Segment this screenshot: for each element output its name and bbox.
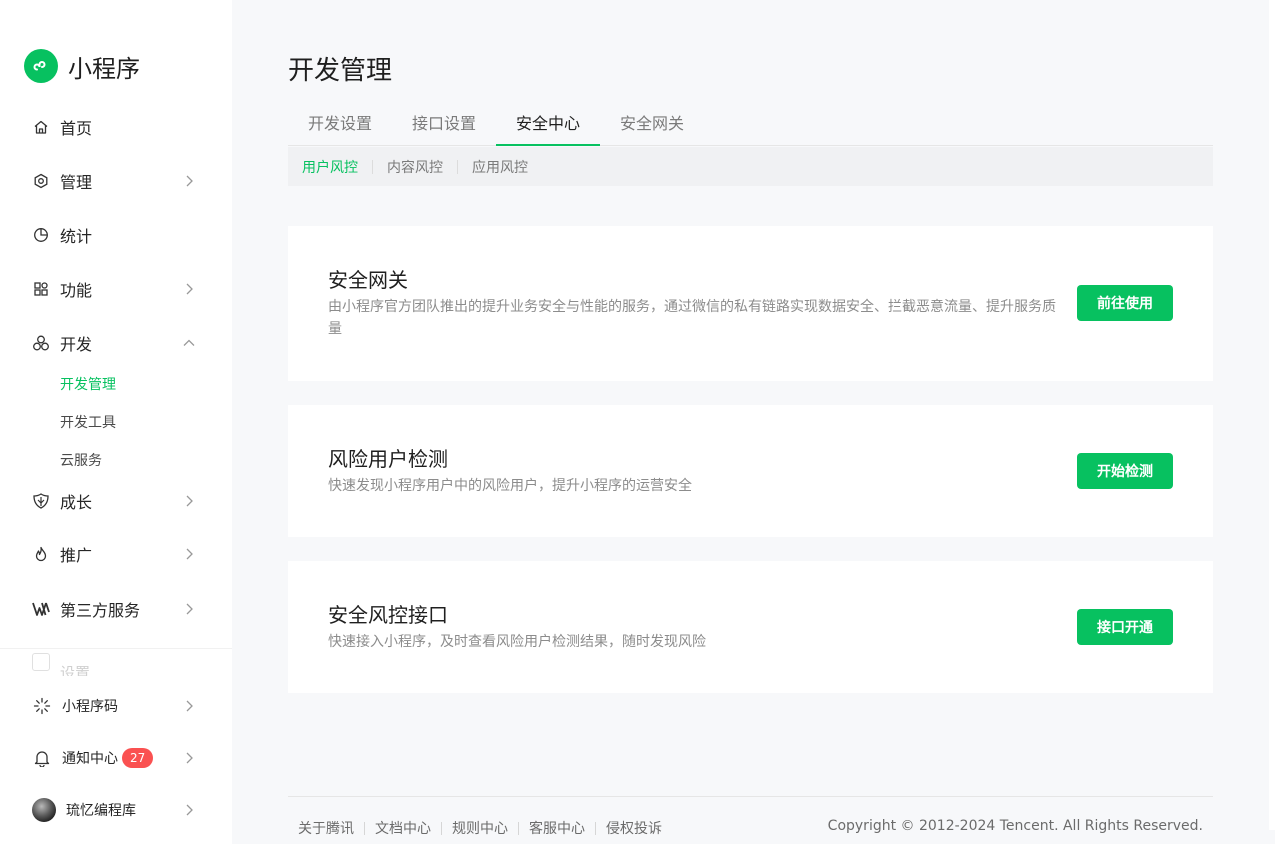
footer-link-rules[interactable]: 规则中心 [442, 818, 518, 838]
chevron-right-icon [186, 804, 193, 816]
settings-icon [32, 653, 50, 671]
sidebar-subitem-cloud[interactable]: 云服务 [60, 450, 102, 470]
avatar [32, 798, 56, 822]
copyright-text: Copyright © 2012-2024 Tencent. All Right… [827, 818, 1203, 834]
chevron-up-icon [183, 339, 195, 346]
page-title: 开发管理 [288, 56, 393, 86]
go-use-button[interactable]: 前往使用 [1077, 285, 1173, 321]
start-detection-button[interactable]: 开始检测 [1077, 453, 1173, 489]
tab-dev-settings[interactable]: 开发设置 [288, 104, 392, 146]
sidebar-item-stats[interactable]: 统计 [32, 221, 196, 249]
sidebar-item-third-party[interactable]: 第三方服务 [32, 595, 196, 623]
sidebar-item-label: 统计 [60, 227, 93, 246]
card-title: 风险用户检测 [328, 447, 448, 471]
sidebar-subitem-dev-tools[interactable]: 开发工具 [60, 412, 116, 432]
card-risk-user-detection: 风险用户检测 快速发现小程序用户中的风险用户，提升小程序的运营安全 开始检测 [288, 405, 1213, 537]
sidebar-item-label: 管理 [60, 173, 93, 192]
tab-security-gateway[interactable]: 安全网关 [600, 104, 704, 146]
sidebar: 小程序 首页 管理 统计 功能 开发 开发管理 开发工具 云服务 成长 推广 第… [0, 0, 232, 844]
chevron-right-icon [186, 548, 193, 560]
sidebar-item-manage[interactable]: 管理 [32, 167, 196, 195]
right-edge-strip [1269, 0, 1275, 830]
tab-security-center[interactable]: 安全中心 [496, 104, 600, 146]
sidebar-item-develop[interactable]: 开发 [32, 329, 196, 357]
chevron-right-icon [186, 495, 193, 507]
grid-icon [32, 280, 50, 298]
chevron-right-icon [186, 283, 193, 295]
chevron-right-icon [186, 700, 193, 712]
card-title: 安全风控接口 [328, 603, 448, 627]
miniprogram-logo-icon [24, 49, 58, 83]
sidebar-item-promote[interactable]: 推广 [32, 540, 196, 568]
sidebar-item-label: 开发 [60, 335, 93, 354]
open-api-button[interactable]: 接口开通 [1077, 609, 1173, 645]
footer-link-infringement[interactable]: 侵权投诉 [596, 818, 672, 838]
card-title: 安全网关 [328, 268, 408, 292]
card-description: 快速接入小程序，及时查看风险用户检测结果，随时发现风险 [328, 634, 706, 650]
chevron-right-icon [186, 175, 193, 187]
sidebar-item-notifications[interactable]: 通知中心 27 [32, 744, 196, 772]
sub-tabs: 用户风控 内容风控 应用风控 [288, 147, 1213, 186]
card-description: 由小程序官方团队推出的提升业务安全与性能的服务，通过微信的私有链路实现数据安全、… [328, 299, 1056, 337]
sidebar-item-growth[interactable]: 成长 [32, 487, 196, 515]
card-risk-control-api: 安全风控接口 快速接入小程序，及时查看风险用户检测结果，随时发现风险 接口开通 [288, 561, 1213, 693]
main-tabs: 开发设置 接口设置 安全中心 安全网关 [288, 104, 1213, 146]
notification-count-badge: 27 [122, 748, 154, 768]
wing-icon [32, 600, 50, 618]
brand-name: 小程序 [68, 54, 140, 83]
subtab-app-risk[interactable]: 应用风控 [458, 157, 542, 177]
sidebar-item-label: 小程序码 [62, 699, 118, 715]
sidebar-item-label: 通知中心 [62, 751, 118, 767]
hexagon-icon [32, 172, 50, 190]
sidebar-item-label: 功能 [60, 281, 93, 300]
footer-links: 关于腾讯 文档中心 规则中心 客服中心 侵权投诉 [288, 818, 672, 838]
sunburst-icon [32, 696, 52, 716]
bell-icon [32, 748, 52, 768]
sidebar-item-features[interactable]: 功能 [32, 275, 196, 303]
card-security-gateway: 安全网关 由小程序官方团队推出的提升业务安全与性能的服务，通过微信的私有链路实现… [288, 226, 1213, 381]
subtab-user-risk[interactable]: 用户风控 [288, 157, 372, 177]
sidebar-item-qrcode[interactable]: 小程序码 [32, 692, 196, 720]
pie-chart-icon [32, 226, 50, 244]
chevron-right-icon [186, 603, 193, 615]
footer-link-support[interactable]: 客服中心 [519, 818, 595, 838]
shield-leaf-icon [32, 492, 50, 510]
user-name: 琉忆编程库 [66, 803, 136, 819]
sidebar-item-home[interactable]: 首页 [32, 113, 196, 141]
sidebar-item-label: 第三方服务 [60, 601, 141, 620]
sidebar-item-user[interactable]: 琉忆编程库 [32, 796, 196, 824]
footer-divider [288, 796, 1213, 797]
sidebar-subitem-dev-manage[interactable]: 开发管理 [60, 374, 116, 394]
sidebar-item-label: 成长 [60, 493, 93, 512]
sidebar-item-label: 设置 [60, 663, 91, 677]
brand-logo[interactable]: 小程序 [24, 48, 140, 84]
sidebar-item-label: 首页 [60, 119, 93, 138]
sidebar-item-label: 推广 [60, 546, 93, 565]
tab-api-settings[interactable]: 接口设置 [392, 104, 496, 146]
flame-icon [32, 545, 50, 563]
footer-link-docs[interactable]: 文档中心 [365, 818, 441, 838]
chevron-right-icon [186, 752, 193, 764]
sidebar-item-settings-faded: 设置 [32, 648, 202, 676]
subtab-content-risk[interactable]: 内容风控 [373, 157, 457, 177]
footer-link-about[interactable]: 关于腾讯 [288, 818, 364, 838]
circles-icon [32, 334, 50, 352]
card-description: 快速发现小程序用户中的风险用户，提升小程序的运营安全 [328, 478, 692, 494]
home-icon [32, 118, 50, 136]
